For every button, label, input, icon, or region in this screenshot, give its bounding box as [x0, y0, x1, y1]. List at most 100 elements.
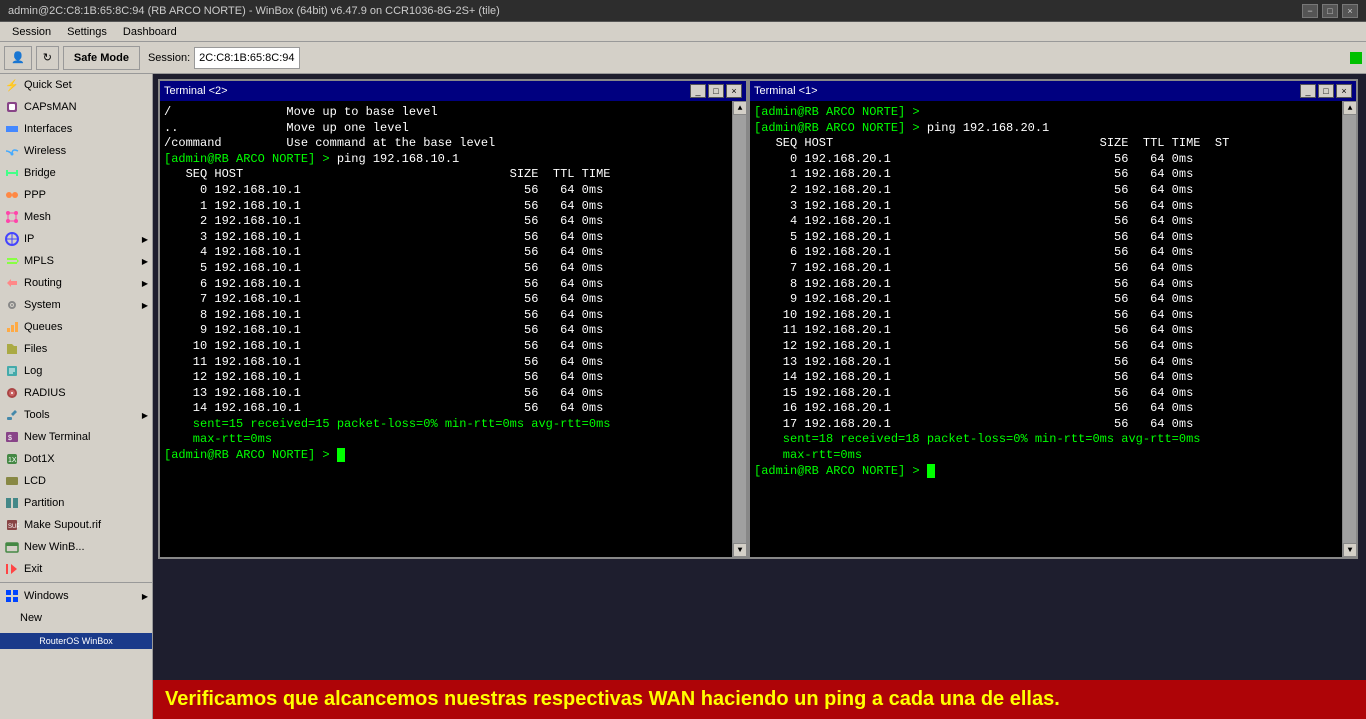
- sidebar-item-new-terminal[interactable]: $ New Terminal: [0, 426, 152, 448]
- terminal-1-scroll-down[interactable]: ▼: [1343, 543, 1357, 557]
- annotation-text: Verificamos que alcancemos nuestras resp…: [165, 688, 1060, 710]
- terminal-2-window: Terminal <2> _ □ × / Move up to base lev…: [158, 79, 748, 559]
- sidebar-item-lcd[interactable]: LCD: [0, 470, 152, 492]
- refresh-button[interactable]: ↻: [36, 46, 59, 70]
- interfaces-icon: [4, 121, 20, 137]
- sidebar-label-log: Log: [24, 365, 42, 377]
- sidebar-item-quick-set[interactable]: ⚡ Quick Set: [0, 74, 152, 96]
- sidebar-item-radius[interactable]: RADIUS: [0, 382, 152, 404]
- sidebar-item-system[interactable]: System: [0, 294, 152, 316]
- sidebar-label-new-winbox: New WinB...: [24, 541, 85, 553]
- main-area: ⚡ Quick Set CAPsMAN Interfaces Wireless: [0, 74, 1366, 719]
- toolbar: 👤 ↻ Safe Mode Session: 2C:C8:1B:65:8C:94: [0, 42, 1366, 74]
- sidebar-separator: [0, 582, 152, 583]
- sidebar-label-ppp: PPP: [24, 189, 46, 201]
- menu-session[interactable]: Session: [4, 22, 59, 41]
- sidebar-label-mesh: Mesh: [24, 211, 51, 223]
- sidebar-label-ip: IP: [24, 233, 34, 245]
- sidebar-item-make-supout[interactable]: SUP Make Supout.rif: [0, 514, 152, 536]
- make-supout-icon: SUP: [4, 517, 20, 533]
- sidebar-label-exit: Exit: [24, 563, 42, 575]
- terminal-1-maximize[interactable]: □: [1318, 84, 1334, 98]
- title-bar-controls: − □ ×: [1302, 4, 1358, 18]
- sidebar-label-new-terminal: New Terminal: [24, 431, 90, 443]
- session-value: 2C:C8:1B:65:8C:94: [194, 47, 299, 69]
- dot1x-icon: 1X: [4, 451, 20, 467]
- sidebar-label-system: System: [24, 299, 61, 311]
- terminal-1-title: Terminal <1>: [754, 85, 1298, 97]
- terminal-1-minimize[interactable]: _: [1300, 84, 1316, 98]
- terminal-1-titlebar: Terminal <1> _ □ ×: [750, 81, 1356, 101]
- sidebar-item-mpls[interactable]: MPLS: [0, 250, 152, 272]
- sidebar-item-partition[interactable]: Partition: [0, 492, 152, 514]
- svg-text:SUP: SUP: [8, 524, 19, 530]
- sidebar-item-wireless[interactable]: Wireless: [0, 140, 152, 162]
- windows-icon: [4, 588, 20, 604]
- sidebar-label-wireless: Wireless: [24, 145, 66, 157]
- terminal-2-titlebar: Terminal <2> _ □ ×: [160, 81, 746, 101]
- sidebar-label-files: Files: [24, 343, 47, 355]
- sidebar-label-dot1x: Dot1X: [24, 453, 55, 465]
- safe-mode-button[interactable]: Safe Mode: [63, 46, 140, 70]
- sidebar-item-log[interactable]: Log: [0, 360, 152, 382]
- wireless-icon: [4, 143, 20, 159]
- terminal-1-close[interactable]: ×: [1336, 84, 1352, 98]
- sidebar-item-mesh[interactable]: Mesh: [0, 206, 152, 228]
- terminal-2-scroll-track[interactable]: [733, 115, 746, 543]
- sidebar-item-exit[interactable]: Exit: [0, 558, 152, 580]
- terminal-2-maximize[interactable]: □: [708, 84, 724, 98]
- terminal-2-minimize[interactable]: _: [690, 84, 706, 98]
- sidebar-item-dot1x[interactable]: 1X Dot1X: [0, 448, 152, 470]
- title-bar: admin@2C:C8:1B:65:8C:94 (RB ARCO NORTE) …: [0, 0, 1366, 22]
- sidebar-item-ip[interactable]: IP: [0, 228, 152, 250]
- sidebar-item-new-winbox[interactable]: New WinB...: [0, 536, 152, 558]
- sidebar-label-interfaces: Interfaces: [24, 123, 72, 135]
- person-icon: 👤: [11, 51, 25, 64]
- system-icon: [4, 297, 20, 313]
- sidebar-item-ppp[interactable]: PPP: [0, 184, 152, 206]
- terminal-1-body-container: [admin@RB ARCO NORTE] > [admin@RB ARCO N…: [750, 101, 1356, 557]
- sidebar-item-routing[interactable]: Routing: [0, 272, 152, 294]
- menu-dashboard[interactable]: Dashboard: [115, 22, 185, 41]
- svg-text:1X: 1X: [8, 457, 17, 464]
- sidebar-label-quick-set: Quick Set: [24, 79, 72, 91]
- capsman-icon: [4, 99, 20, 115]
- content-area: Terminal <2> _ □ × / Move up to base lev…: [153, 74, 1366, 719]
- sidebar-item-interfaces[interactable]: Interfaces: [0, 118, 152, 140]
- quick-set-icon: ⚡: [4, 77, 20, 93]
- terminal-2-close[interactable]: ×: [726, 84, 742, 98]
- toolbar-icon-btn[interactable]: 👤: [4, 46, 32, 70]
- exit-icon: [4, 561, 20, 577]
- sidebar-item-windows[interactable]: Windows: [0, 585, 152, 607]
- sidebar-item-tools[interactable]: Tools: [0, 404, 152, 426]
- terminal-1-scroll-up[interactable]: ▲: [1343, 101, 1357, 115]
- maximize-button[interactable]: □: [1322, 4, 1338, 18]
- terminal-1-scrollbar[interactable]: ▲ ▼: [1342, 101, 1356, 557]
- bridge-icon: [4, 165, 20, 181]
- mesh-icon: [4, 209, 20, 225]
- terminal-1-body[interactable]: [admin@RB ARCO NORTE] > [admin@RB ARCO N…: [750, 101, 1342, 557]
- new-terminal-icon: $: [4, 429, 20, 445]
- sidebar-label-new: New: [20, 612, 42, 624]
- menu-settings[interactable]: Settings: [59, 22, 115, 41]
- terminal-2-body[interactable]: / Move up to base level .. Move up one l…: [160, 101, 732, 557]
- sidebar-item-new[interactable]: New: [0, 607, 152, 629]
- terminal-1-scroll-track[interactable]: [1343, 115, 1356, 543]
- sidebar-item-files[interactable]: Files: [0, 338, 152, 360]
- sidebar-label-lcd: LCD: [24, 475, 46, 487]
- sidebar-item-bridge[interactable]: Bridge: [0, 162, 152, 184]
- minimize-button[interactable]: −: [1302, 4, 1318, 18]
- routeros-label: RouterOS WinBox: [0, 633, 152, 649]
- ppp-icon: [4, 187, 20, 203]
- partition-icon: [4, 495, 20, 511]
- terminal-2-scroll-down[interactable]: ▼: [733, 543, 747, 557]
- terminal-2-content: / Move up to base level .. Move up one l…: [164, 105, 728, 464]
- terminal-2-body-container: / Move up to base level .. Move up one l…: [160, 101, 746, 557]
- close-button[interactable]: ×: [1342, 4, 1358, 18]
- terminal-2-scrollbar[interactable]: ▲ ▼: [732, 101, 746, 557]
- sidebar-item-capsman[interactable]: CAPsMAN: [0, 96, 152, 118]
- lcd-icon: [4, 473, 20, 489]
- sidebar-item-queues[interactable]: Queues: [0, 316, 152, 338]
- queues-icon: [4, 319, 20, 335]
- terminal-2-scroll-up[interactable]: ▲: [733, 101, 747, 115]
